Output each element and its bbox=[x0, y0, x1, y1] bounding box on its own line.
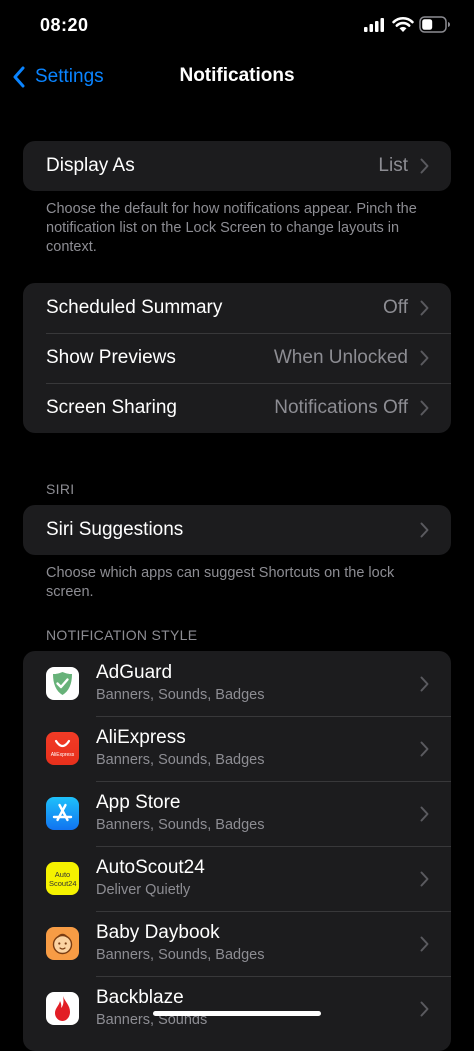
siri-group: Siri Suggestions bbox=[23, 505, 451, 555]
aliexpress-icon-text: AliExpress bbox=[50, 752, 75, 758]
chevron-right-icon bbox=[420, 522, 429, 538]
screen-sharing-row[interactable]: Screen Sharing Notifications Off bbox=[23, 383, 451, 433]
app-name: Backblaze bbox=[96, 987, 184, 1008]
notification-style-header: NOTIFICATION STYLE bbox=[46, 627, 198, 643]
app-row-baby-daybook[interactable]: Baby Daybook Banners, Sounds, Badges bbox=[23, 911, 451, 976]
app-row-app-store[interactable]: App Store Banners, Sounds, Badges bbox=[23, 781, 451, 846]
row-label: Scheduled Summary bbox=[46, 297, 223, 318]
show-previews-row[interactable]: Show Previews When Unlocked bbox=[23, 333, 451, 383]
adguard-shield-icon bbox=[46, 667, 79, 700]
app-name: App Store bbox=[96, 792, 181, 813]
chevron-right-icon bbox=[420, 350, 429, 366]
app-row-aliexpress[interactable]: AliExpress AliExpress Banners, Sounds, B… bbox=[23, 716, 451, 781]
siri-footnote: Choose which apps can suggest Shortcuts … bbox=[46, 565, 395, 600]
display-as-label: Display As bbox=[46, 155, 135, 176]
row-label: Show Previews bbox=[46, 347, 176, 368]
app-subtitle: Banners, Sounds, Badges bbox=[96, 817, 265, 833]
display-as-group: Display As List bbox=[23, 141, 451, 191]
row-value: Notifications Off bbox=[274, 397, 408, 418]
status-bar: 08:20 bbox=[0, 0, 474, 50]
chevron-right-icon bbox=[420, 300, 429, 316]
chevron-right-icon bbox=[420, 676, 429, 692]
siri-suggestions-row[interactable]: Siri Suggestions bbox=[23, 505, 451, 555]
row-value: When Unlocked bbox=[273, 347, 408, 368]
app-name: AutoScout24 bbox=[96, 857, 205, 878]
row-value: Off bbox=[383, 297, 408, 318]
app-name: Baby Daybook bbox=[96, 922, 220, 943]
chevron-right-icon bbox=[420, 806, 429, 822]
app-subtitle: Banners, Sounds, Badges bbox=[96, 947, 265, 963]
siri-suggestions-label: Siri Suggestions bbox=[46, 519, 184, 540]
cellular-signal-icon bbox=[364, 18, 384, 32]
chevron-right-icon bbox=[420, 1001, 429, 1017]
app-name: AdGuard bbox=[96, 662, 173, 683]
row-label: Screen Sharing bbox=[46, 397, 177, 418]
display-as-footnote: Choose the default for how notifications… bbox=[46, 201, 417, 255]
wifi-icon bbox=[392, 17, 414, 32]
scheduled-summary-row[interactable]: Scheduled Summary Off bbox=[23, 283, 451, 333]
display-as-row[interactable]: Display As List bbox=[23, 141, 451, 191]
page-title: Notifications bbox=[179, 65, 295, 86]
chevron-right-icon bbox=[420, 936, 429, 952]
app-store-icon bbox=[46, 797, 79, 830]
autoscout24-icon-text: Auto Scout24 bbox=[49, 870, 77, 888]
chevron-right-icon bbox=[420, 741, 429, 757]
chevron-right-icon bbox=[420, 400, 429, 416]
general-settings-group: Scheduled Summary Off Show Previews When… bbox=[23, 283, 451, 433]
baby-face-icon bbox=[46, 927, 79, 960]
app-subtitle: Banners, Sounds, Badges bbox=[96, 687, 265, 703]
siri-section-header: SIRI bbox=[46, 481, 75, 497]
notification-style-group: AdGuard Banners, Sounds, Badges AliExpre… bbox=[23, 651, 451, 1051]
aliexpress-icon: AliExpress bbox=[46, 732, 79, 765]
app-subtitle: Banners, Sounds, Badges bbox=[96, 752, 265, 768]
chevron-right-icon bbox=[420, 158, 429, 174]
status-time: 08:20 bbox=[40, 15, 89, 35]
app-name: AliExpress bbox=[96, 727, 186, 748]
app-row-autoscout24[interactable]: Auto Scout24 AutoScout24 Deliver Quietly bbox=[23, 846, 451, 911]
home-indicator[interactable] bbox=[153, 1011, 321, 1016]
chevron-right-icon bbox=[420, 871, 429, 887]
flame-icon bbox=[46, 992, 79, 1025]
app-subtitle: Deliver Quietly bbox=[96, 882, 191, 898]
battery-icon bbox=[419, 16, 450, 33]
app-row-adguard[interactable]: AdGuard Banners, Sounds, Badges bbox=[23, 651, 451, 716]
app-row-backblaze[interactable]: Backblaze Banners, Sounds bbox=[23, 976, 451, 1041]
navigation-bar: Settings Notifications bbox=[0, 55, 474, 99]
autoscout24-icon: Auto Scout24 bbox=[46, 862, 79, 895]
display-as-value: List bbox=[378, 155, 408, 176]
